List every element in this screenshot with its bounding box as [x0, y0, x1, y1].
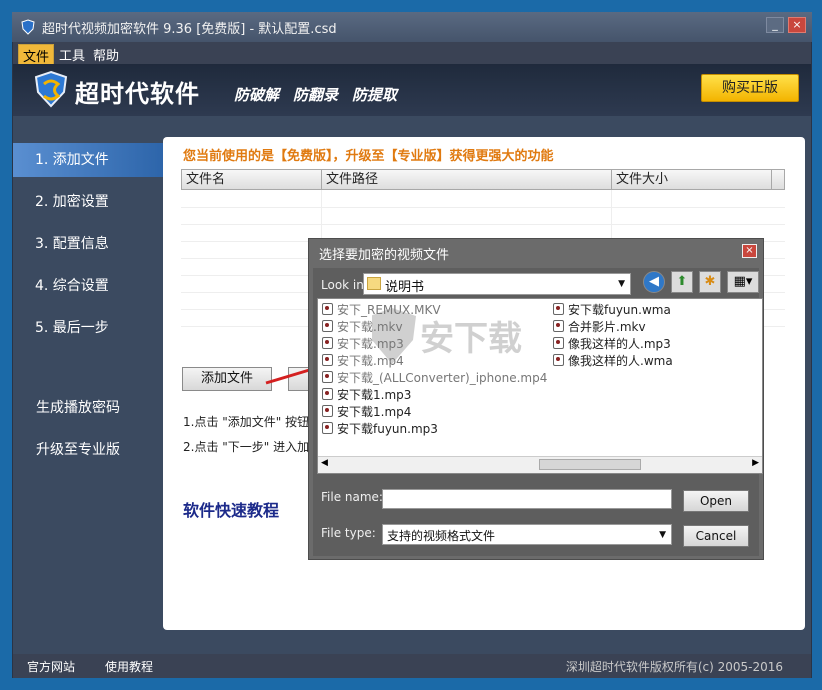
- menu-tools[interactable]: 工具: [55, 44, 89, 65]
- file-name-label: File name:: [321, 490, 383, 504]
- sidebar-step-general-settings[interactable]: 4. 综合设置: [13, 269, 163, 303]
- close-button[interactable]: ×: [788, 17, 806, 33]
- open-button[interactable]: Open: [683, 490, 749, 512]
- list-item[interactable]: 像我这样的人.wma: [553, 352, 673, 369]
- chevron-down-icon: ▼: [659, 530, 666, 540]
- column-filepath[interactable]: 文件路径: [321, 169, 612, 190]
- dialog-body: Look in: 说明书 ▼ ◀ ⬆ ✱ ▦▾ 安下_REMUX.MKV 安下载…: [313, 268, 763, 556]
- list-item[interactable]: 安下载.mkv: [322, 318, 403, 335]
- up-folder-icon[interactable]: ⬆: [671, 271, 693, 293]
- column-filename[interactable]: 文件名: [181, 169, 322, 190]
- app-icon: [21, 19, 35, 35]
- column-filesize[interactable]: 文件大小: [611, 169, 772, 190]
- scrollbar-thumb[interactable]: [539, 459, 641, 470]
- file-icon: [322, 371, 333, 383]
- copyright-text: 深圳超时代软件版权所有(c) 2005-2016: [565, 660, 783, 674]
- hint-step-2: 2.点击 "下一步" 进入加密: [183, 440, 322, 454]
- sidebar-step-config-info[interactable]: 3. 配置信息: [13, 227, 163, 261]
- dialog-close-button[interactable]: ×: [742, 244, 757, 258]
- file-name-input[interactable]: [382, 489, 672, 509]
- chevron-down-icon: ▼: [618, 279, 625, 289]
- list-item[interactable]: 安下载_(ALLConverter)_iphone.mp4: [322, 369, 547, 386]
- official-site-link[interactable]: 官方网站: [27, 658, 75, 675]
- scroll-right-icon[interactable]: ▶: [752, 458, 759, 468]
- file-type-label: File type:: [321, 526, 376, 540]
- sidebar-step-final[interactable]: 5. 最后一步: [13, 311, 163, 345]
- brand-name: 超时代软件: [75, 80, 200, 108]
- back-icon[interactable]: ◀: [643, 271, 665, 293]
- buy-button[interactable]: 购买正版: [701, 74, 799, 102]
- list-item[interactable]: 安下_REMUX.MKV: [322, 301, 441, 318]
- file-icon: [553, 354, 564, 366]
- file-icon: [322, 303, 333, 315]
- file-icon: [322, 354, 333, 366]
- menu-help[interactable]: 帮助: [89, 44, 123, 65]
- list-item[interactable]: 安下载1.mp3: [322, 386, 411, 403]
- sidebar-generate-password[interactable]: 生成播放密码: [36, 397, 120, 417]
- slogan-anti-crack: 防破解: [234, 86, 280, 104]
- view-menu-icon[interactable]: ▦▾: [727, 271, 759, 293]
- file-list[interactable]: 安下_REMUX.MKV 安下载.mkv 安下载.mp3 安下载.mp4 安下载…: [317, 298, 763, 474]
- file-icon: [322, 337, 333, 349]
- look-in-select[interactable]: 说明书 ▼: [363, 273, 631, 295]
- dialog-title: 选择要加密的视频文件: [319, 248, 450, 263]
- hint-step-1: 1.点击 "添加文件" 按钮选: [183, 415, 322, 429]
- file-icon: [553, 337, 564, 349]
- minimize-button[interactable]: _: [766, 17, 784, 33]
- list-item[interactable]: 安下载1.mp4: [322, 403, 411, 420]
- scroll-left-icon[interactable]: ◀: [321, 458, 328, 468]
- status-bar: 官方网站 使用教程 深圳超时代软件版权所有(c) 2005-2016: [13, 654, 811, 678]
- slogan-anti-record: 防翻录: [293, 86, 339, 104]
- add-file-button[interactable]: 添加文件: [182, 367, 272, 391]
- list-item[interactable]: 合并影片.mkv: [553, 318, 646, 335]
- slogan-anti-extract: 防提取: [352, 86, 398, 104]
- banner: 超时代软件 防破解 防翻录 防提取 购买正版: [13, 64, 811, 116]
- window-title: 超时代视频加密软件 9.36 [免费版] - 默认配置.csd: [42, 22, 337, 37]
- shield-logo-icon: [34, 70, 68, 108]
- folder-icon: [367, 277, 381, 290]
- open-file-dialog: 选择要加密的视频文件 × Look in: 说明书 ▼ ◀ ⬆ ✱ ▦▾ 安下_…: [308, 238, 764, 560]
- new-folder-icon[interactable]: ✱: [699, 271, 721, 293]
- cancel-button[interactable]: Cancel: [683, 525, 749, 547]
- list-item[interactable]: 像我这样的人.mp3: [553, 335, 671, 352]
- list-item[interactable]: 安下载fuyun.wma: [553, 301, 671, 318]
- tutorial-title[interactable]: 软件快速教程: [183, 497, 279, 521]
- look-in-value: 说明书: [385, 280, 425, 295]
- look-in-label: Look in:: [321, 278, 368, 292]
- table-row: [181, 207, 785, 208]
- file-type-value: 支持的视频格式文件: [387, 529, 496, 543]
- column-spacer: [771, 169, 785, 190]
- list-item[interactable]: 安下载.mp3: [322, 335, 404, 352]
- list-item[interactable]: 安下载.mp4: [322, 352, 404, 369]
- table-row: [181, 224, 785, 225]
- upgrade-notice: 您当前使用的是【免费版】，升级至【专业版】获得更强大的功能: [183, 149, 554, 164]
- file-icon: [322, 320, 333, 332]
- tutorial-link[interactable]: 使用教程: [105, 658, 153, 675]
- file-icon: [553, 320, 564, 332]
- file-icon: [322, 388, 333, 400]
- menu-bar: 文件 工具 帮助: [13, 42, 811, 67]
- title-bar: 超时代视频加密软件 9.36 [免费版] - 默认配置.csd _ ×: [12, 12, 812, 42]
- sidebar-step-encrypt-settings[interactable]: 2. 加密设置: [13, 185, 163, 219]
- list-item[interactable]: 安下载fuyun.mp3: [322, 420, 438, 437]
- file-icon: [322, 405, 333, 417]
- file-icon: [322, 422, 333, 434]
- sidebar-upgrade-pro[interactable]: 升级至专业版: [36, 439, 120, 459]
- sidebar-step-add-file[interactable]: 1. 添加文件: [13, 143, 171, 177]
- file-type-select[interactable]: 支持的视频格式文件 ▼: [382, 524, 672, 545]
- file-icon: [553, 303, 564, 315]
- horizontal-scrollbar[interactable]: ◀ ▶: [318, 456, 762, 473]
